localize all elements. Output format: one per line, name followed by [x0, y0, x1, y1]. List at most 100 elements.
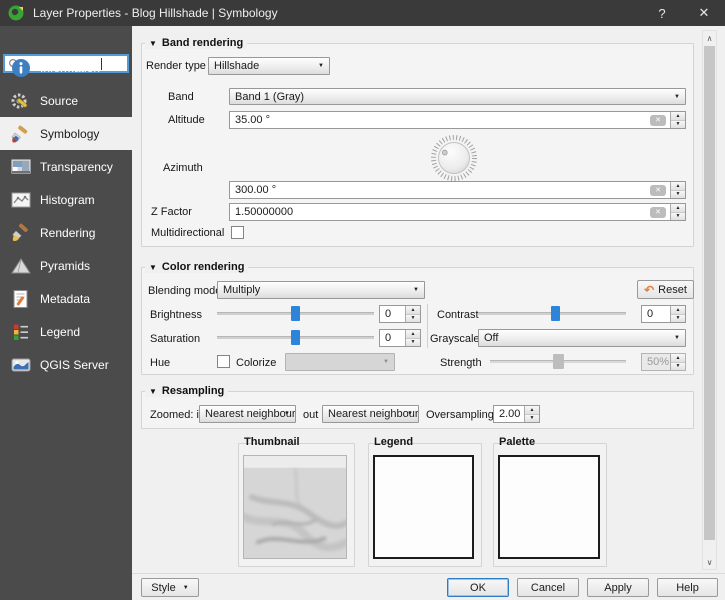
strength-value: 50% [647, 356, 670, 368]
sidebar-item-symbology[interactable]: Symbology [0, 117, 132, 150]
chevron-down-icon: ▼ [407, 411, 413, 417]
qgis-server-icon [10, 354, 32, 376]
zoomed-in-dropdown[interactable]: Nearest neighbour ▼ [199, 405, 296, 423]
style-menu-button[interactable]: Style ▼ [141, 578, 199, 597]
brightness-spinbox[interactable]: 0 ▲ ▼ [379, 305, 421, 323]
saturation-spin-buttons[interactable]: ▲ ▼ [405, 330, 420, 346]
saturation-slider[interactable] [217, 330, 374, 345]
azimuth-spin-buttons[interactable]: ▲ ▼ [670, 182, 685, 198]
strength-spin-buttons[interactable]: ▲ ▼ [670, 354, 685, 370]
spin-up-icon[interactable]: ▲ [406, 330, 420, 339]
spin-down-icon[interactable]: ▼ [671, 315, 685, 323]
contrast-spinbox[interactable]: 0 ▲ ▼ [641, 305, 686, 323]
altitude-spin-buttons[interactable]: ▲ ▼ [670, 112, 685, 128]
spin-down-icon[interactable]: ▼ [406, 315, 420, 323]
azimuth-spinbox[interactable]: 300.00 ° ✕ ▲ ▼ [229, 181, 686, 199]
slider-handle[interactable] [553, 354, 564, 369]
contrast-spin-buttons[interactable]: ▲ ▼ [670, 306, 685, 322]
blending-mode-label: Blending mode [148, 285, 221, 297]
saturation-spinbox[interactable]: 0 ▲ ▼ [379, 329, 421, 347]
azimuth-label: Azimuth [163, 162, 203, 174]
symbology-icon [10, 123, 32, 145]
sidebar-item-label: Transparency [40, 160, 113, 174]
azimuth-dial[interactable] [425, 131, 483, 185]
spin-down-icon[interactable]: ▼ [671, 191, 685, 199]
qgis-logo-icon [7, 4, 25, 22]
apply-button[interactable]: Apply [587, 578, 649, 597]
contrast-slider[interactable] [478, 306, 626, 321]
altitude-label: Altitude [168, 114, 205, 126]
spin-down-icon[interactable]: ▼ [525, 415, 539, 423]
spin-down-icon[interactable]: ▼ [406, 339, 420, 347]
strength-label: Strength [440, 357, 482, 369]
clear-field-icon[interactable]: ✕ [650, 185, 666, 196]
sidebar-item-rendering[interactable]: Rendering [0, 216, 132, 249]
sidebar-item-information[interactable]: Information [0, 51, 132, 84]
zoomed-out-dropdown[interactable]: Nearest neighbour ▼ [322, 405, 419, 423]
spin-up-icon[interactable]: ▲ [671, 112, 685, 121]
close-window-button[interactable]: ✕ [687, 0, 721, 26]
altitude-spinbox[interactable]: 35.00 ° ✕ ▲ ▼ [229, 111, 686, 129]
sidebar-item-metadata[interactable]: Metadata [0, 282, 132, 315]
spin-up-icon[interactable]: ▲ [671, 182, 685, 191]
colorize-checkbox[interactable] [217, 355, 230, 368]
spin-up-icon[interactable]: ▲ [525, 406, 539, 415]
chevron-down-icon: ▼ [674, 94, 680, 100]
sidebar-item-transparency[interactable]: Transparency [0, 150, 132, 183]
color-rendering-title: Color rendering [162, 261, 245, 273]
clear-field-icon[interactable]: ✕ [650, 207, 666, 218]
pyramids-icon [10, 255, 32, 277]
band-value: Band 1 (Gray) [235, 91, 304, 103]
z-factor-label: Z Factor [151, 206, 192, 218]
help-window-button[interactable]: ? [645, 0, 679, 26]
multidirectional-checkbox[interactable] [231, 226, 244, 239]
spin-up-icon[interactable]: ▲ [406, 306, 420, 315]
sidebar-item-source[interactable]: Source [0, 84, 132, 117]
chevron-down-icon: ▼ [674, 335, 680, 341]
window-title: Layer Properties - Blog Hillshade | Symb… [33, 6, 278, 20]
sidebar-item-pyramids[interactable]: Pyramids [0, 249, 132, 282]
sidebar-item-histogram[interactable]: Histogram [0, 183, 132, 216]
spin-down-icon[interactable]: ▼ [671, 213, 685, 221]
oversampling-spin-buttons[interactable]: ▲ ▼ [524, 406, 539, 422]
sidebar-item-qgis-server[interactable]: QGIS Server [0, 348, 132, 381]
colorize-color-dropdown[interactable]: ▼ [285, 353, 395, 371]
blending-mode-dropdown[interactable]: Multiply ▼ [217, 281, 425, 299]
z-factor-spinbox[interactable]: 1.50000000 ✕ ▲ ▼ [229, 203, 686, 221]
cancel-button[interactable]: Cancel [517, 578, 579, 597]
resampling-header[interactable]: ▼ Resampling [145, 385, 228, 397]
sidebar-item-legend[interactable]: Legend [0, 315, 132, 348]
spin-up-icon[interactable]: ▲ [671, 204, 685, 213]
spin-up-icon[interactable]: ▲ [671, 354, 685, 363]
slider-handle[interactable] [291, 330, 300, 345]
ok-button[interactable]: OK [447, 578, 509, 597]
help-button[interactable]: Help [657, 578, 718, 597]
color-rendering-header[interactable]: ▼ Color rendering [145, 261, 248, 273]
band-rendering-header[interactable]: ▼ Band rendering [145, 37, 247, 49]
oversampling-spinbox[interactable]: 2.00 ▲ ▼ [493, 405, 540, 423]
transparency-icon [10, 156, 32, 178]
title-bar: Layer Properties - Blog Hillshade | Symb… [0, 0, 725, 26]
scrollbar-thumb[interactable] [704, 46, 715, 540]
reset-button[interactable]: ↶ Reset [637, 280, 694, 299]
z-factor-spin-buttons[interactable]: ▲ ▼ [670, 204, 685, 220]
collapse-arrow-icon: ▼ [149, 39, 157, 48]
spin-down-icon[interactable]: ▼ [671, 121, 685, 129]
grayscale-dropdown[interactable]: Off ▼ [478, 329, 686, 347]
sidebar: Information Source Symbology [0, 26, 132, 600]
strength-spinbox[interactable]: 50% ▲ ▼ [641, 353, 686, 371]
sidebar-item-label: Symbology [40, 127, 99, 141]
brightness-slider[interactable] [217, 306, 374, 321]
brightness-spin-buttons[interactable]: ▲ ▼ [405, 306, 420, 322]
slider-handle[interactable] [291, 306, 300, 321]
clear-field-icon[interactable]: ✕ [650, 115, 666, 126]
scrollbar-up-arrow[interactable]: ∧ [702, 31, 717, 45]
render-type-dropdown[interactable]: Hillshade ▼ [208, 57, 330, 75]
band-dropdown[interactable]: Band 1 (Gray) ▼ [229, 88, 686, 105]
spin-up-icon[interactable]: ▲ [671, 306, 685, 315]
slider-handle[interactable] [551, 306, 560, 321]
spin-down-icon[interactable]: ▼ [671, 363, 685, 371]
scrollbar-down-arrow[interactable]: ∨ [702, 555, 717, 569]
zoomed-in-label: Zoomed: in [150, 409, 205, 421]
strength-slider[interactable] [490, 354, 626, 369]
